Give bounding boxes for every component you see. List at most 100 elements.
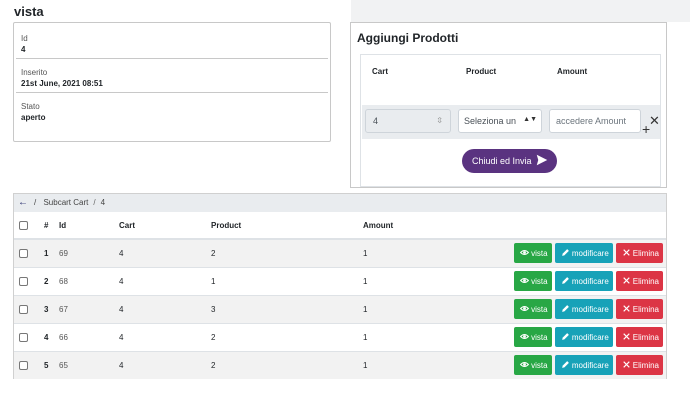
back-arrow-icon[interactable]: ← [18,197,28,208]
view-button-label: vista [531,249,548,259]
add-products-form: Cart Product Amount 4 ⇳ Seleziona un ▲▼ … [360,54,661,187]
pencil-icon [561,333,569,340]
breadcrumb-parent[interactable]: Subcart Cart [43,198,88,207]
header-id: Id [56,212,119,240]
delete-button-label: Elimina [632,361,659,371]
row-product: 2 [211,322,363,351]
row-actions: vista modificare Elimina [503,266,666,295]
delete-button[interactable]: Elimina [616,355,663,376]
table-row: 5 65 4 2 1 vista modificare Elimina [14,350,666,379]
remove-row-icon[interactable]: ✕ [649,113,660,129]
detail-label: Id [21,34,28,43]
table-row: 2 68 4 1 1 vista modificare Elimina [14,266,666,295]
cart-select-value: 4 [373,116,379,126]
delete-button-label: Elimina [632,249,659,259]
view-button[interactable]: vista [513,299,552,319]
submit-button[interactable]: Chiudi ed Invia [462,149,557,173]
header-actions [503,212,666,240]
header-amount: Amount [363,212,503,240]
row-id: 66 [56,322,119,351]
column-header-product: Product [466,67,497,76]
add-products-title: Aggiungi Prodotti [357,31,459,45]
close-icon [623,361,630,368]
row-number: 3 [44,294,56,323]
close-icon [623,249,630,256]
view-button[interactable]: vista [513,327,552,347]
view-button-label: vista [531,305,548,314]
detail-value: 4 [21,45,26,54]
row-amount: 1 [363,238,503,267]
view-button-label: vista [531,361,548,371]
table-row: 1 69 4 2 1 vista modificare Elimina [14,238,666,267]
top-strip [351,0,690,22]
row-checkbox[interactable] [19,248,28,258]
updown-arrows-icon: ⇳ [436,116,443,125]
add-row-icon[interactable]: + [642,121,650,137]
delete-button[interactable]: Elimina [616,299,663,319]
eye-icon [519,250,530,256]
row-amount: 1 [363,322,503,351]
delete-button[interactable]: Elimina [616,327,663,347]
header-num: # [44,212,56,240]
edit-button[interactable]: modificare [554,243,613,264]
delete-button[interactable]: Elimina [616,243,663,264]
row-id: 69 [56,238,119,267]
edit-button-label: modificare [571,333,609,342]
row-checkbox[interactable] [19,360,28,370]
eye-icon [519,362,530,368]
eye-icon [519,278,530,283]
row-checkbox[interactable] [19,304,28,314]
row-id: 67 [56,294,119,323]
delete-button-label: Elimina [632,333,659,342]
close-icon [623,277,630,284]
pencil-icon [561,277,569,284]
column-header-amount: Amount [557,67,588,76]
cart-select[interactable]: 4 ⇳ [365,109,451,133]
view-button[interactable]: vista [513,243,552,264]
product-select-placeholder: Seleziona un [464,116,517,126]
edit-button[interactable]: modificare [554,327,613,347]
header-cart: Cart [119,212,211,240]
view-button[interactable]: vista [513,355,552,376]
detail-card: Id 4 Inserito 21st June, 2021 08:51 Stat… [13,22,331,142]
header-product: Product [211,212,363,240]
edit-button[interactable]: modificare [554,355,613,376]
row-checkbox[interactable] [19,276,28,286]
edit-button-label: modificare [571,361,609,371]
delete-button-label: Elimina [632,277,659,286]
detail-value: aperto [21,113,46,122]
eye-icon [519,334,530,339]
row-id: 65 [56,350,119,379]
table-row: 3 67 4 3 1 vista modificare Elimina [14,294,666,323]
row-actions: vista modificare Elimina [503,238,666,267]
row-amount: 1 [363,350,503,379]
delete-button[interactable]: Elimina [616,271,663,291]
select-all-checkbox[interactable] [19,220,28,230]
row-actions: vista modificare Elimina [503,350,666,379]
view-button[interactable]: vista [513,271,552,291]
product-select[interactable]: Seleziona un ▲▼ [458,109,542,133]
subcart-list: ← / Subcart Cart/4 # Id Cart Product Amou… [13,193,667,379]
amount-input[interactable] [549,109,641,133]
edit-button[interactable]: modificare [554,271,613,291]
subcart-table: # Id Cart Product Amount 1 69 4 2 1 vist… [14,212,666,379]
breadcrumb-current: 4 [100,198,106,207]
updown-arrows-icon: ▲▼ [523,116,537,123]
row-amount: 1 [363,294,503,323]
pencil-icon [561,305,569,312]
detail-item-inserted: Inserito 21st June, 2021 08:51 [16,59,328,93]
row-checkbox[interactable] [19,332,28,342]
eye-icon [519,306,530,311]
row-number: 4 [44,322,56,351]
row-cart: 4 [119,266,211,295]
row-number: 5 [44,350,56,379]
detail-value: 21st June, 2021 08:51 [21,79,103,88]
row-cart: 4 [119,238,211,267]
view-button-label: vista [531,333,548,342]
row-product: 3 [211,294,363,323]
pencil-icon [561,249,569,257]
detail-label: Inserito [21,68,48,77]
edit-button[interactable]: modificare [554,299,613,319]
view-button-label: vista [531,277,548,286]
detail-label: Stato [21,102,40,111]
